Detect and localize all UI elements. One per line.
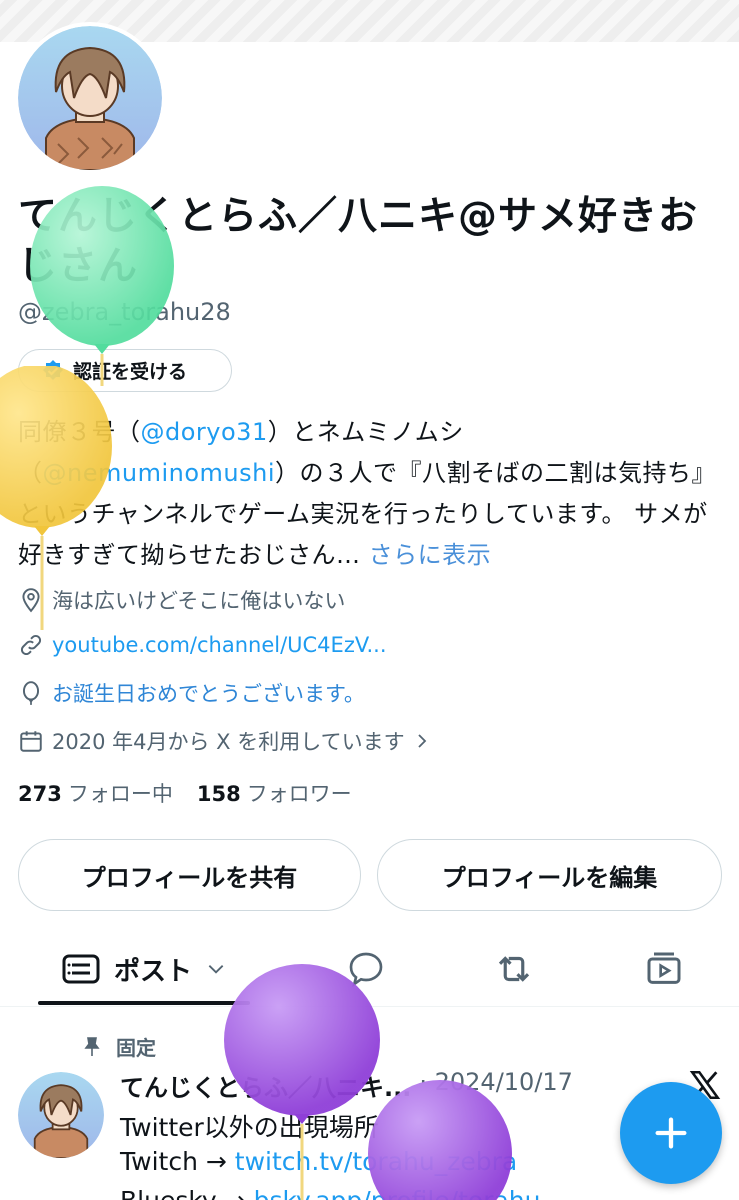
tab-posts[interactable]: ポスト [38,935,250,1003]
balloon-icon [22,681,40,705]
share-profile-button[interactable]: プロフィールを共有 [18,839,361,911]
compose-post-button[interactable] [620,1082,722,1184]
following-stat[interactable]: 273 フォロー中 [18,778,173,808]
bio-mention-doryo[interactable]: @doryo31 [141,418,268,446]
post-bluesky-link[interactable]: bsky.app/profile/torahu... [254,1186,565,1200]
post-bluesky-prefix: Bluesky → [120,1186,254,1200]
post-twitch-prefix: Twitch → [120,1147,235,1176]
tab-replies[interactable] [330,935,402,1003]
following-count: 273 [18,782,62,806]
repost-icon [498,956,530,982]
post-text-line-2: Twitch → twitch.tv/torahu_zebra [120,1147,517,1176]
joined-text: 2020 年4月から X を利用しています [52,730,405,754]
location-text: 海は広いけどそこに俺はいない [52,589,346,613]
profile-website[interactable]: youtube.com/channel/UC4EzV... [18,632,387,658]
pinned-label: 固定 [116,1036,156,1060]
tab-media[interactable] [628,935,700,1003]
following-label: フォロー中 [67,782,173,806]
edit-profile-button[interactable]: プロフィールを編集 [377,839,722,911]
birthday-text: お誕生日おめでとうございます。 [52,682,365,706]
calendar-icon [20,731,42,752]
chevron-right-icon [417,734,426,748]
bio-mention-nemuminomushi[interactable]: @nemuminomushi [43,459,275,487]
post-header: てんじくとらふ／八ニキ... · 2024/10/17 [120,1068,573,1103]
profile-handle: @zebra_torahu28 [18,298,231,326]
profile-joined[interactable]: 2020 年4月から X を利用しています [18,726,431,756]
pinned-indicator: 固定 [80,1032,156,1061]
link-icon [20,634,42,656]
post-author-name[interactable]: てんじくとらふ／八ニキ... [120,1068,411,1103]
website-link[interactable]: youtube.com/channel/UC4EzV... [52,633,387,657]
post-twitch-link[interactable]: twitch.tv/torahu_zebra [235,1147,517,1176]
profile-bio: 同僚３号（@doryo31）とネムミノムシ（@nemuminomushi）の３人… [18,412,708,576]
get-verified-label: 認証を受ける [73,361,188,383]
post-text-line-1: Twitter以外の出現場所 [120,1113,379,1142]
show-more-link[interactable]: さらに表示 [369,541,492,569]
follow-stats: 273 フォロー中 158 フォロワー [18,778,352,808]
location-pin-icon [22,588,40,613]
tab-reposts[interactable] [478,935,550,1003]
profile-avatar[interactable] [14,22,166,174]
chevron-down-icon[interactable] [206,959,226,979]
reply-bubble-icon [349,952,383,988]
followers-label: フォロワー [246,782,352,806]
verified-badge-icon [43,359,63,380]
tab-posts-label: ポスト [113,956,192,987]
posts-icon [62,954,100,984]
followers-stat[interactable]: 158 フォロワー [197,778,352,808]
get-verified-button[interactable]: 認証を受ける [18,349,232,392]
display-name: てんじくとらふ／八ニキ@サメ好きおじさん [18,194,699,289]
followers-count: 158 [196,782,241,806]
post-text-line-3: Bluesky → bsky.app/profile/torahu... [120,1186,564,1200]
profile-birthday: お誕生日おめでとうございます。 [18,678,365,708]
profile-tab-bar: ポスト [0,935,739,1007]
active-tab-indicator [38,1001,250,1005]
post-author-avatar[interactable] [18,1072,104,1158]
media-icon [647,952,681,984]
profile-location: 海は広いけどそこに俺はいない [18,585,345,615]
plus-icon [655,1117,687,1149]
bio-text-1: 同僚３号（ [18,418,141,446]
post-date[interactable]: · 2024/10/17 [419,1068,573,1103]
pin-icon [84,1036,100,1056]
